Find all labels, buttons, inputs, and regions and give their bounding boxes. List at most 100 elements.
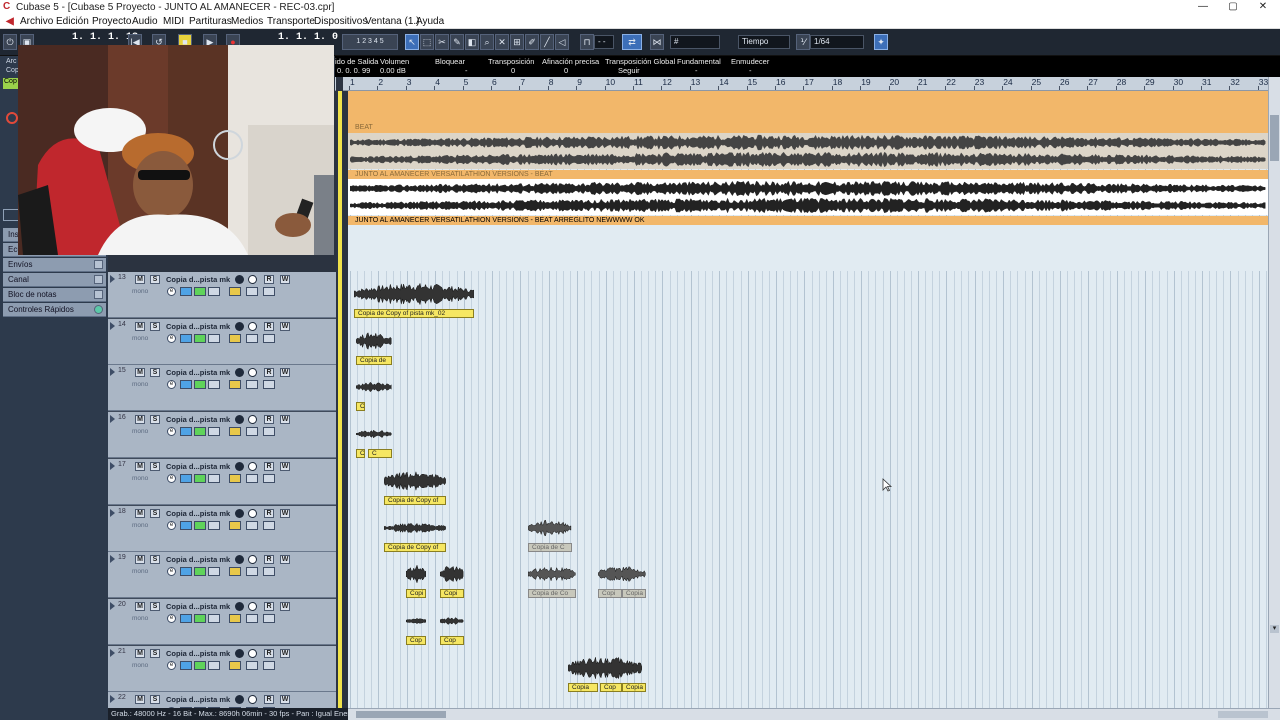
color-tool-icon[interactable]: ✦: [874, 34, 888, 50]
menu-proyecto[interactable]: Proyecto: [92, 16, 131, 27]
info-value-enmudecer[interactable]: -: [749, 66, 752, 75]
track-name[interactable]: Copia d...pista mk: [166, 695, 230, 704]
audio-event[interactable]: Cop: [406, 635, 426, 645]
mute-button[interactable]: M: [135, 601, 145, 611]
monitor-icon[interactable]: [235, 648, 244, 658]
edit-channel-button[interactable]: e: [167, 660, 176, 670]
record-arm-icon[interactable]: [248, 555, 257, 565]
track-row[interactable]: 13 M S Copia d...pista mk R Wmono e: [108, 272, 336, 318]
audio-event[interactable]: Copi: [598, 589, 622, 599]
audio-event[interactable]: C: [368, 449, 392, 459]
record-arm-icon[interactable]: [248, 601, 257, 611]
edit-channel-button[interactable]: e: [167, 613, 176, 623]
maximize-button[interactable]: ▢: [1218, 0, 1248, 15]
mute-button[interactable]: M: [135, 508, 145, 518]
inserts-icon[interactable]: [180, 333, 192, 343]
folder-icon[interactable]: [246, 520, 258, 530]
lane-icon[interactable]: [229, 473, 241, 483]
nudge-dropdown[interactable]: - -: [594, 35, 614, 49]
audio-event[interactable]: Cop: [600, 682, 622, 692]
write-automation-button[interactable]: W: [280, 461, 290, 471]
folder-icon[interactable]: [246, 473, 258, 483]
track-row[interactable]: 18 M S Copia d...pista mk R Wmono e: [108, 505, 336, 552]
eq-icon[interactable]: [194, 660, 206, 670]
info-value-bloquear[interactable]: -: [465, 66, 468, 75]
track-name[interactable]: Copia d...pista mk: [166, 649, 230, 658]
record-arm-icon[interactable]: [248, 368, 257, 378]
info-value-afinacion[interactable]: 0: [564, 66, 568, 75]
track-name[interactable]: Copia d...pista mk: [166, 368, 230, 377]
track-name[interactable]: Copia d...pista mk: [166, 415, 230, 424]
track-name[interactable]: Copia d...pista mk: [166, 275, 230, 284]
track-version-icon[interactable]: [263, 473, 275, 483]
read-automation-button[interactable]: R: [264, 368, 274, 378]
activate-project-icon[interactable]: ⏻: [3, 34, 17, 50]
sends-icon[interactable]: [208, 520, 220, 530]
snap-value-dropdown[interactable]: Tiempo: [738, 35, 790, 49]
read-automation-button[interactable]: R: [264, 275, 274, 284]
expand-track-icon[interactable]: [110, 555, 115, 564]
record-arm-icon[interactable]: [248, 415, 257, 425]
expand-track-icon[interactable]: [110, 368, 115, 377]
expand-track-icon[interactable]: [110, 275, 115, 283]
folder-icon[interactable]: [246, 287, 258, 296]
audio-event[interactable]: Copia: [568, 682, 598, 692]
eq-icon[interactable]: [194, 567, 206, 577]
mute-button[interactable]: M: [135, 368, 145, 378]
solo-button[interactable]: S: [150, 601, 160, 611]
record-enable-icon[interactable]: [6, 112, 18, 124]
expand-track-icon[interactable]: [110, 415, 115, 424]
mute-button[interactable]: M: [135, 415, 145, 425]
eq-icon[interactable]: [194, 427, 206, 437]
read-automation-button[interactable]: R: [264, 601, 274, 611]
eq-icon[interactable]: [194, 613, 206, 623]
write-automation-button[interactable]: W: [280, 601, 290, 611]
inserts-icon[interactable]: [180, 613, 192, 623]
eq-icon[interactable]: [194, 287, 206, 296]
record-arm-icon[interactable]: [248, 275, 257, 284]
track-name[interactable]: Copia d...pista mk: [166, 555, 230, 564]
write-automation-button[interactable]: W: [280, 648, 290, 658]
sends-icon[interactable]: [208, 427, 220, 437]
sends-icon[interactable]: [208, 287, 220, 296]
info-value-fundamental[interactable]: -: [695, 66, 698, 75]
solo-button[interactable]: S: [150, 695, 160, 705]
eq-icon[interactable]: [194, 380, 206, 390]
track-row[interactable]: 16 M S Copia d...pista mk R Wmono e: [108, 412, 336, 459]
lane-icon[interactable]: [229, 333, 241, 343]
inspector-expand-icon[interactable]: [3, 209, 19, 221]
eq-icon[interactable]: [194, 333, 206, 343]
solo-button[interactable]: S: [150, 461, 160, 471]
mute-button[interactable]: M: [135, 648, 145, 658]
solo-button[interactable]: S: [150, 648, 160, 658]
write-automation-button[interactable]: W: [280, 695, 290, 705]
track-row[interactable]: 20 M S Copia d...pista mk R Wmono e: [108, 598, 336, 645]
edit-channel-button[interactable]: e: [167, 427, 176, 437]
read-automation-button[interactable]: R: [264, 508, 274, 518]
audio-event[interactable]: Copia de Co: [528, 589, 576, 599]
vertical-scrollbar[interactable]: ▾: [1268, 77, 1280, 708]
monitor-icon[interactable]: [235, 695, 244, 705]
monitor-icon[interactable]: [235, 555, 244, 565]
menu-edicion[interactable]: Edición: [56, 16, 89, 27]
track-version-icon[interactable]: [263, 567, 275, 577]
expand-track-icon[interactable]: [110, 695, 115, 704]
mute-button[interactable]: M: [135, 695, 145, 705]
edit-channel-button[interactable]: e: [167, 473, 176, 483]
sends-icon[interactable]: [208, 567, 220, 577]
record-arm-icon[interactable]: [248, 461, 257, 471]
record-arm-icon[interactable]: [248, 508, 257, 518]
sends-icon[interactable]: [208, 380, 220, 390]
inserts-icon[interactable]: [180, 380, 192, 390]
object-selection-tool-icon[interactable]: ↖: [405, 34, 419, 50]
track-row[interactable]: 15 M S Copia d...pista mk R Wmono e: [108, 365, 336, 412]
audio-event[interactable]: C: [356, 449, 365, 459]
range-selection-tool-icon[interactable]: ⬚: [420, 34, 434, 50]
inspector-canal[interactable]: Canal: [3, 273, 106, 287]
mute-button[interactable]: M: [135, 461, 145, 471]
vscroll-thumb[interactable]: [1270, 115, 1279, 161]
write-automation-button[interactable]: W: [280, 275, 290, 284]
menu-transporte[interactable]: Transporte: [267, 16, 315, 27]
read-automation-button[interactable]: R: [264, 461, 274, 471]
mute-tool-icon[interactable]: ✕: [495, 34, 509, 50]
